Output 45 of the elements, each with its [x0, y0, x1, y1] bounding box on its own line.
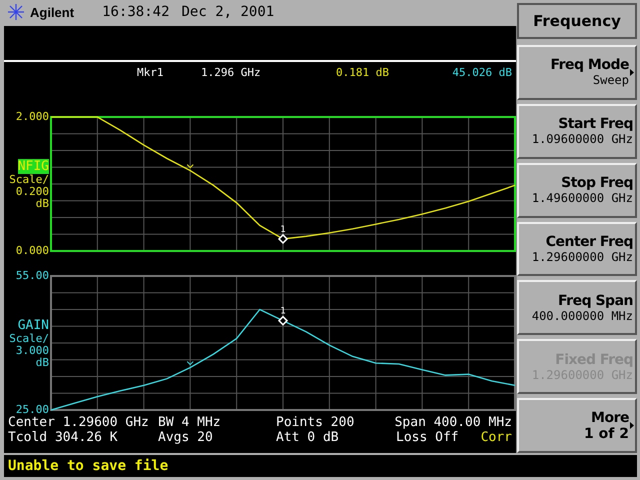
- status-text: Loss Off: [396, 430, 460, 445]
- axis-tick-label: 25.00: [16, 404, 49, 416]
- scale-unit: dB: [36, 198, 49, 210]
- scale-unit: dB: [36, 356, 49, 368]
- softkey[interactable]: Freq Span 400.000000 MHz: [517, 280, 637, 336]
- softkey[interactable]: More 1 of 2: [517, 398, 637, 454]
- marker-frequency: 1.296 GHz: [201, 66, 262, 78]
- scale-label: Scale/: [9, 332, 49, 344]
- marker-reading: 0.181 dB: [336, 66, 390, 78]
- status-text: Avgs 20: [158, 430, 214, 445]
- time: 16:38:42: [102, 4, 170, 20]
- status-text: Center 1.29600 GHz: [8, 415, 150, 430]
- axis-tick-label: 55.00: [16, 270, 49, 282]
- status-text: Tcold 304.26 K: [8, 430, 119, 445]
- softkey[interactable]: Stop Freq 1.49600000 GHz: [517, 162, 637, 218]
- date: Dec 2, 2001: [182, 4, 274, 20]
- message-bar: Unable to save file: [4, 455, 637, 477]
- axis-tick-label: 0.000: [16, 245, 49, 257]
- marker-number: 1: [280, 224, 286, 235]
- reference-tick-icon: [186, 164, 194, 168]
- reference-tick-icon: [186, 361, 194, 366]
- status-text: Corr: [480, 430, 512, 445]
- status-text: BW 4 MHz: [158, 415, 222, 430]
- softkey[interactable]: Start Freq 1.09600000 GHz: [517, 104, 637, 159]
- menu-title: Frequency: [517, 3, 637, 39]
- trace-name: GAIN: [18, 318, 49, 332]
- status-text: Points 200: [276, 415, 356, 430]
- starburst-logo-icon: [8, 4, 24, 20]
- submenu-arrow-icon: [630, 68, 634, 76]
- softkey[interactable]: Freq Mode Sweep: [517, 44, 637, 100]
- marker-label: Mkr1: [137, 66, 164, 78]
- status-text: Att 0 dB: [276, 430, 340, 445]
- scale-value: 0.200: [16, 186, 49, 198]
- marker-diamond-icon: [278, 234, 288, 244]
- scale-label: Scale/: [9, 174, 49, 186]
- brand-name: Agilent: [30, 4, 74, 20]
- submenu-arrow-icon: [630, 422, 634, 430]
- softkey[interactable]: Center Freq 1.29600000 GHz: [517, 222, 637, 276]
- axis-tick-label: 2.000: [16, 111, 49, 123]
- status-text: Span 400.00 MHz: [394, 415, 512, 430]
- marker-reading: 45.026 dB: [452, 66, 512, 78]
- marker-diamond-icon: [278, 316, 288, 326]
- trace-name: NFIG: [18, 158, 49, 174]
- marker-number: 1: [280, 306, 286, 317]
- scale-value: 3.000: [16, 344, 49, 356]
